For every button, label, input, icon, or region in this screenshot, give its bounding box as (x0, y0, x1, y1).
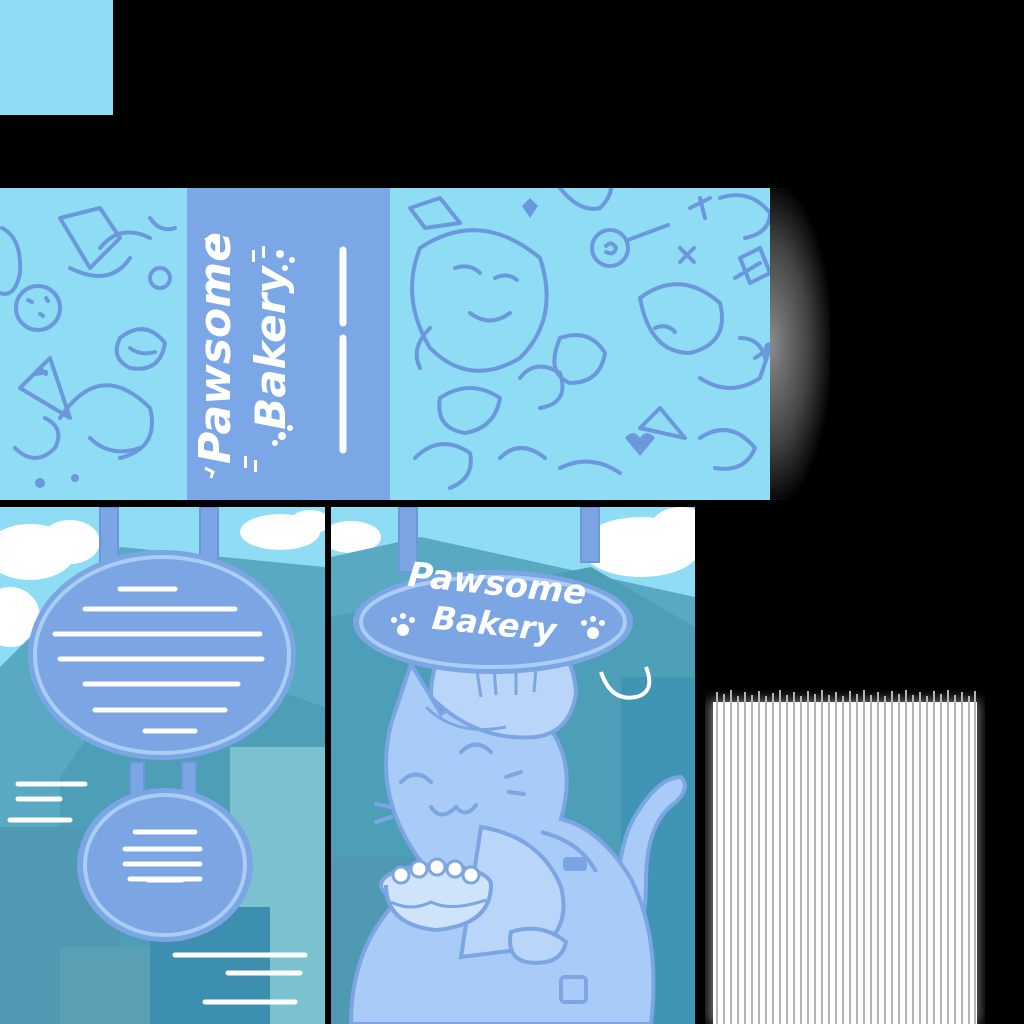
banner-strip: Pawsome Bakery (0, 188, 780, 500)
cat-baker-panel: Pawsome Bakery (331, 507, 695, 1024)
fur-texture (705, 690, 985, 1024)
menu-sign-panel (0, 507, 325, 1024)
color-swatch (0, 0, 113, 115)
banner-glow (770, 188, 830, 500)
logo-word-pawsome: Pawsome (190, 232, 241, 464)
doodle-pattern: Pawsome Bakery (0, 188, 780, 500)
logo-word-bakery: Bakery (246, 265, 295, 430)
